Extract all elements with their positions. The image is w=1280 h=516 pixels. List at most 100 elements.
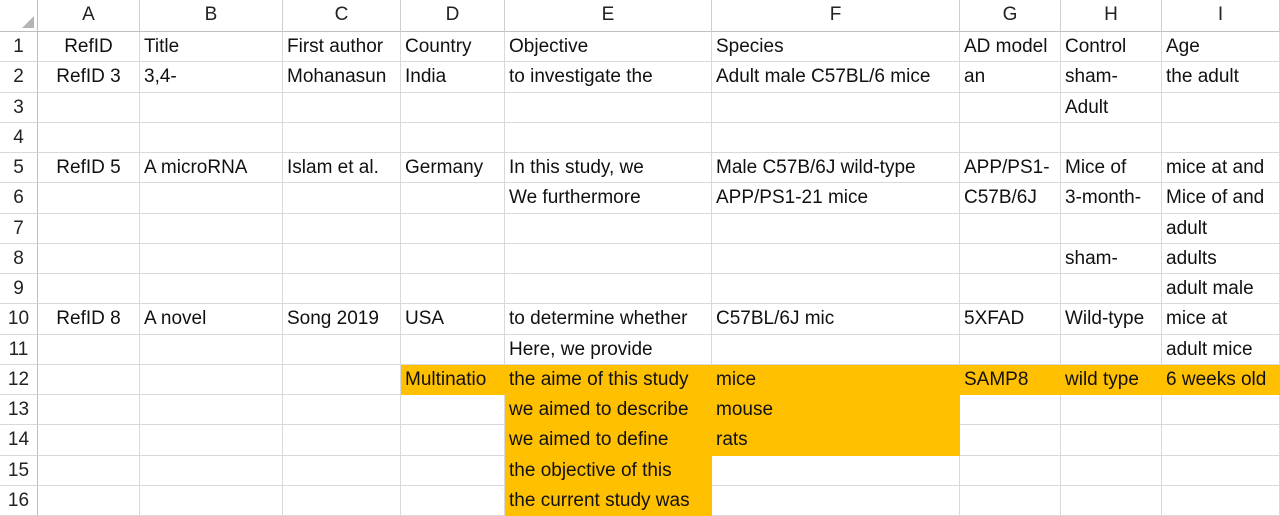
cell-h7[interactable] xyxy=(1061,213,1162,244)
cell-d7[interactable] xyxy=(401,213,505,244)
cell-a5[interactable]: RefID 5 xyxy=(38,153,140,184)
cell-g2[interactable]: an xyxy=(960,62,1061,93)
cell-g14[interactable] xyxy=(960,425,1061,456)
cell-h12[interactable]: wild type xyxy=(1061,364,1162,395)
cell-e14[interactable]: we aimed to define xyxy=(505,425,712,456)
cell-g7[interactable] xyxy=(960,213,1061,244)
cell-h2[interactable]: sham- xyxy=(1061,62,1162,93)
row-header-7[interactable]: 7 xyxy=(0,213,38,244)
cell-f11[interactable] xyxy=(712,334,960,365)
cell-g12[interactable]: SAMP8 xyxy=(960,364,1061,395)
cell-c3[interactable] xyxy=(283,92,401,123)
cell-g3[interactable] xyxy=(960,92,1061,123)
cell-c16[interactable] xyxy=(283,485,401,516)
cell-d5[interactable]: Germany xyxy=(401,153,505,184)
column-header-d[interactable]: D xyxy=(401,0,505,32)
cell-b13[interactable] xyxy=(140,395,283,426)
cell-a16[interactable] xyxy=(38,485,140,516)
cell-a11[interactable] xyxy=(38,334,140,365)
cell-f2[interactable]: Adult male C57BL/6 mice xyxy=(712,62,960,93)
cell-f1[interactable]: Species xyxy=(712,32,960,63)
row-header-12[interactable]: 12 xyxy=(0,364,38,395)
cell-i4[interactable] xyxy=(1162,122,1280,153)
column-header-e[interactable]: E xyxy=(505,0,712,32)
cell-e10[interactable]: to determine whether xyxy=(505,304,712,335)
cell-i16[interactable] xyxy=(1162,485,1280,516)
row-header-9[interactable]: 9 xyxy=(0,274,38,305)
cell-h3[interactable]: Adult xyxy=(1061,92,1162,123)
cell-i12[interactable]: 6 weeks old xyxy=(1162,364,1280,395)
cell-c7[interactable] xyxy=(283,213,401,244)
cell-c1[interactable]: First author xyxy=(283,32,401,63)
cell-h15[interactable] xyxy=(1061,455,1162,486)
cell-d2[interactable]: India xyxy=(401,62,505,93)
row-header-15[interactable]: 15 xyxy=(0,455,38,486)
cell-a9[interactable] xyxy=(38,274,140,305)
cell-f7[interactable] xyxy=(712,213,960,244)
cell-f6[interactable]: APP/PS1-21 mice xyxy=(712,183,960,214)
row-header-4[interactable]: 4 xyxy=(0,122,38,153)
cell-f9[interactable] xyxy=(712,274,960,305)
row-header-1[interactable]: 1 xyxy=(0,32,38,63)
cell-a13[interactable] xyxy=(38,395,140,426)
cell-c5[interactable]: Islam et al. xyxy=(283,153,401,184)
cell-f16[interactable] xyxy=(712,485,960,516)
cell-c10[interactable]: Song 2019 xyxy=(283,304,401,335)
cell-b15[interactable] xyxy=(140,455,283,486)
cell-i1[interactable]: Age xyxy=(1162,32,1280,63)
cell-g10[interactable]: 5XFAD xyxy=(960,304,1061,335)
cell-i3[interactable] xyxy=(1162,92,1280,123)
cell-b9[interactable] xyxy=(140,274,283,305)
cell-g13[interactable] xyxy=(960,395,1061,426)
cell-g8[interactable] xyxy=(960,243,1061,274)
cell-b3[interactable] xyxy=(140,92,283,123)
select-all-corner[interactable] xyxy=(0,0,38,32)
cell-i6[interactable]: Mice of and xyxy=(1162,183,1280,214)
cell-i14[interactable] xyxy=(1162,425,1280,456)
column-header-b[interactable]: B xyxy=(140,0,283,32)
column-header-c[interactable]: C xyxy=(283,0,401,32)
cell-g6[interactable]: C57B/6J xyxy=(960,183,1061,214)
cell-b8[interactable] xyxy=(140,243,283,274)
cell-g11[interactable] xyxy=(960,334,1061,365)
cell-h14[interactable] xyxy=(1061,425,1162,456)
cell-d4[interactable] xyxy=(401,122,505,153)
cell-f10[interactable]: C57BL/6J mic xyxy=(712,304,960,335)
cell-f4[interactable] xyxy=(712,122,960,153)
spreadsheet-grid[interactable]: A B C D E F G H I 1 RefID Title First author Country O… xyxy=(0,0,1280,516)
cell-e8[interactable] xyxy=(505,243,712,274)
cell-a7[interactable] xyxy=(38,213,140,244)
cell-c14[interactable] xyxy=(283,425,401,456)
row-header-14[interactable]: 14 xyxy=(0,425,38,456)
cell-d8[interactable] xyxy=(401,243,505,274)
cell-i13[interactable] xyxy=(1162,395,1280,426)
row-header-5[interactable]: 5 xyxy=(0,153,38,184)
cell-i2[interactable]: the adult xyxy=(1162,62,1280,93)
cell-f12[interactable]: mice xyxy=(712,364,960,395)
cell-e15[interactable]: the objective of this xyxy=(505,455,712,486)
row-header-6[interactable]: 6 xyxy=(0,183,38,214)
cell-i7[interactable]: adult xyxy=(1162,213,1280,244)
column-header-a[interactable]: A xyxy=(38,0,140,32)
cell-b7[interactable] xyxy=(140,213,283,244)
row-header-11[interactable]: 11 xyxy=(0,334,38,365)
cell-f8[interactable] xyxy=(712,243,960,274)
cell-d11[interactable] xyxy=(401,334,505,365)
cell-a6[interactable] xyxy=(38,183,140,214)
cell-d13[interactable] xyxy=(401,395,505,426)
cell-e6[interactable]: We furthermore xyxy=(505,183,712,214)
cell-g4[interactable] xyxy=(960,122,1061,153)
cell-c4[interactable] xyxy=(283,122,401,153)
cell-c8[interactable] xyxy=(283,243,401,274)
cell-h10[interactable]: Wild-type xyxy=(1061,304,1162,335)
cell-d10[interactable]: USA xyxy=(401,304,505,335)
row-header-13[interactable]: 13 xyxy=(0,395,38,426)
column-header-i[interactable]: I xyxy=(1162,0,1280,32)
cell-d16[interactable] xyxy=(401,485,505,516)
cell-c15[interactable] xyxy=(283,455,401,486)
cell-e5[interactable]: In this study, we xyxy=(505,153,712,184)
cell-a2[interactable]: RefID 3 xyxy=(38,62,140,93)
cell-a4[interactable] xyxy=(38,122,140,153)
cell-g5[interactable]: APP/PS1- xyxy=(960,153,1061,184)
cell-d1[interactable]: Country xyxy=(401,32,505,63)
